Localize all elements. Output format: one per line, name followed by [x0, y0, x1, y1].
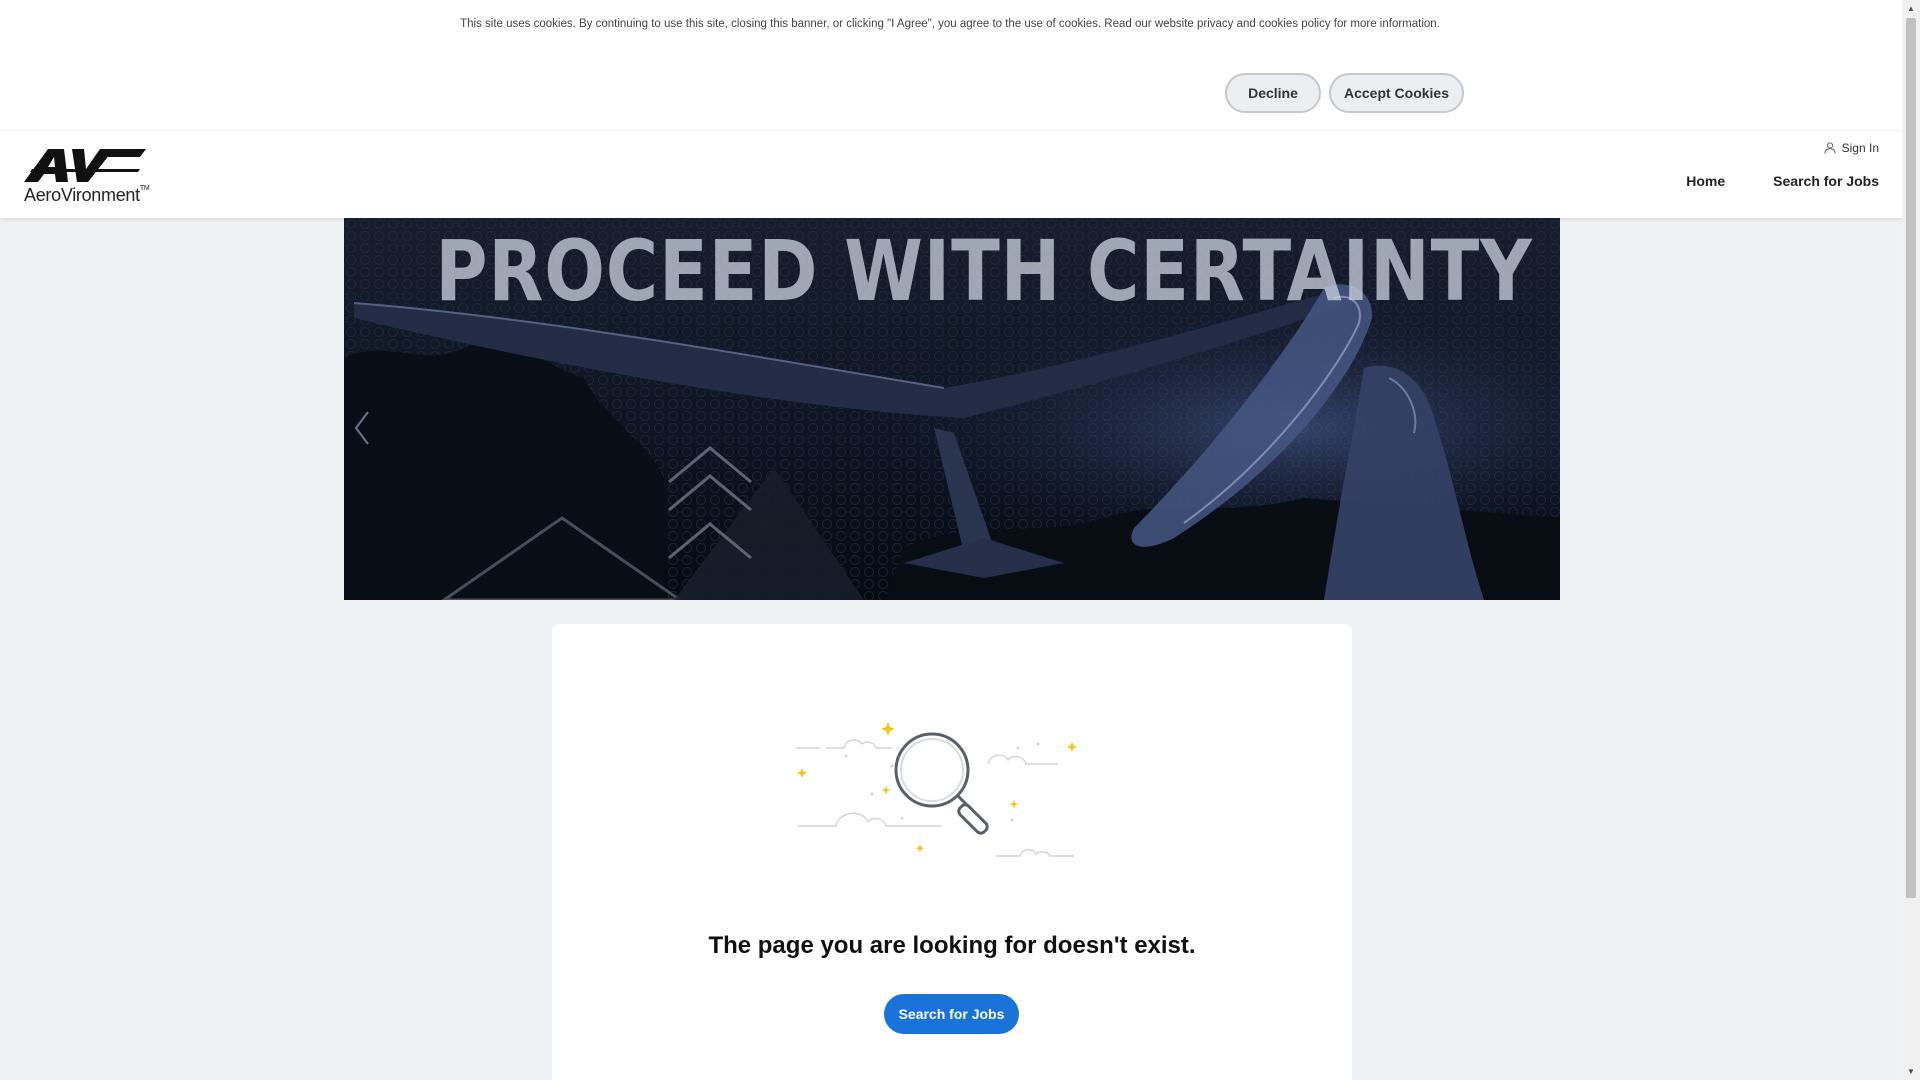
- accept-cookies-button[interactable]: Accept Cookies: [1329, 73, 1464, 113]
- page-scrollbar[interactable]: ▲ ▼: [1902, 0, 1920, 1080]
- magnifier-icon: [894, 732, 989, 835]
- site-header: AeroVironmentTM Sign In Home Search for …: [0, 130, 1902, 218]
- search-jobs-button[interactable]: Search for Jobs: [884, 994, 1019, 1034]
- nav-home[interactable]: Home: [1686, 173, 1725, 189]
- trademark-mark: TM: [139, 185, 150, 192]
- brand-name: AeroVironmentTM: [24, 185, 150, 205]
- cookie-message: This site uses cookies. By continuing to…: [460, 18, 1440, 30]
- cookie-banner: This site uses cookies. By continuing to…: [0, 0, 1902, 130]
- hero-banner: PROCEED WITH CERTAINTY: [344, 218, 1560, 600]
- chevron-left-icon: [354, 411, 369, 445]
- sign-in-link[interactable]: Sign In: [1824, 141, 1879, 155]
- carousel-prev-button[interactable]: [352, 408, 372, 448]
- av-logo-mark: [24, 149, 146, 182]
- scroll-up-icon[interactable]: ▲: [1902, 0, 1920, 17]
- scroll-down-icon[interactable]: ▼: [1902, 1063, 1920, 1080]
- nav-search-jobs[interactable]: Search for Jobs: [1773, 173, 1879, 189]
- not-found-message: The page you are looking for doesn't exi…: [708, 932, 1196, 959]
- decline-cookies-button[interactable]: Decline: [1225, 73, 1321, 113]
- magnifier-illustration: [796, 722, 1077, 857]
- scroll-thumb[interactable]: [1906, 18, 1916, 898]
- user-icon: [1824, 142, 1836, 154]
- company-logo[interactable]: AeroVironmentTM: [22, 149, 157, 205]
- not-found-card: The page you are looking for doesn't exi…: [552, 624, 1352, 1080]
- sign-in-label: Sign In: [1841, 141, 1879, 155]
- main-nav: Home Search for Jobs: [1686, 173, 1879, 189]
- hero-headline: PROCEED WITH CERTAINTY: [435, 222, 1533, 320]
